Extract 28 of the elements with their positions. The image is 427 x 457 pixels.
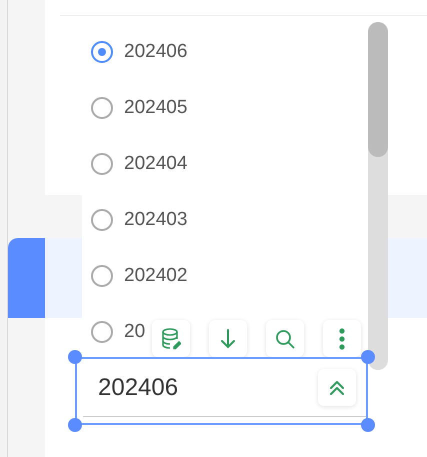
select-field[interactable]: 202406 [75,357,368,425]
dropdown-option[interactable]: 20 [91,319,146,345]
chevrons-up-icon [329,380,345,396]
resize-handle[interactable] [68,418,82,432]
scrollbar[interactable] [368,22,388,370]
field-value: 202406 [98,374,178,402]
resize-handle[interactable] [361,418,375,432]
radio-button[interactable] [91,321,113,343]
dropdown-option[interactable]: 202404 [91,151,188,177]
toggle-button[interactable] [318,369,356,406]
download-button[interactable] [209,320,247,357]
dropdown-option[interactable]: 202406 [91,39,188,65]
radio-button[interactable] [91,209,113,231]
search-button[interactable] [266,320,304,357]
radio-button[interactable] [91,153,113,175]
radio-button[interactable] [91,97,113,119]
database-button[interactable] [152,320,190,357]
search-icon [275,328,295,348]
radio-button[interactable] [91,41,113,63]
resize-handle[interactable] [68,350,82,364]
dropdown-option[interactable]: 202402 [91,263,188,289]
dropdown-option[interactable]: 202403 [91,207,188,233]
more-button[interactable] [323,320,361,357]
dropdown-option[interactable]: 202405 [91,95,188,121]
more-icon [339,328,345,350]
database-icon [161,328,181,350]
radio-button[interactable] [91,265,113,287]
arrow-down-icon [220,328,236,350]
